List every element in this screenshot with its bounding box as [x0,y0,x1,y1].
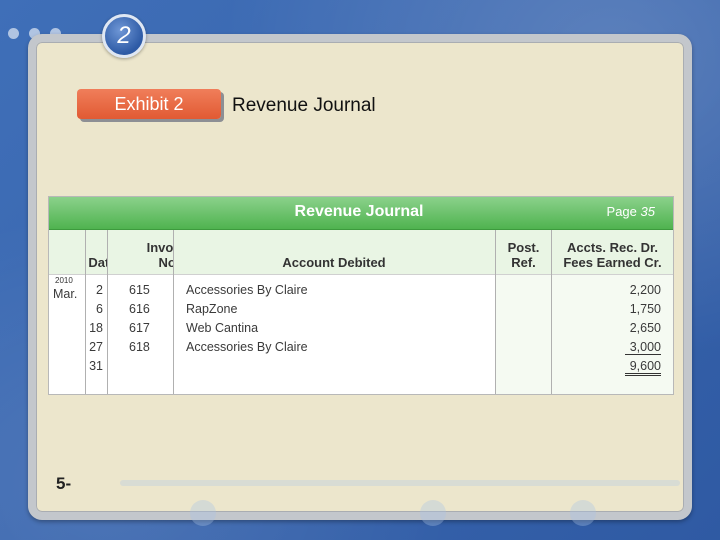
row-invoice: 616 [129,302,150,316]
column-divider [551,230,552,394]
column-header-amount: Accts. Rec. Dr. Fees Earned Cr. [552,230,673,274]
bubble-icon [570,500,596,526]
row-invoice: 618 [129,340,150,354]
row-amount: 1,750 [629,302,661,316]
row-day: 18 [89,321,103,335]
row-account: Accessories By Claire [186,283,308,297]
bubble-icon [420,500,446,526]
slide-number-badge: 2 [102,14,146,58]
journal-page: Page 35 [607,204,655,219]
journal-header: Revenue Journal Page 35 [49,197,673,230]
dot-icon [8,28,19,39]
row-amount: 2,650 [629,321,661,335]
column-header-account: Account Debited [173,230,495,274]
column-divider [173,230,174,394]
row-day: 31 [89,359,103,373]
page-label: Page [606,204,637,219]
row-day: 6 [96,302,103,316]
total-amount: 9,600 [625,359,661,376]
row-account: Web Cantina [186,321,259,335]
row-amount: 2,200 [629,283,661,297]
column-header-post-ref-label: Post. Ref. [507,240,540,270]
exhibit-label: Exhibit 2 [77,89,221,119]
post-ref-column [496,275,551,394]
journal-title: Revenue Journal [294,203,424,220]
revenue-journal: Revenue Journal Page 35 Date Invoice No.… [48,196,674,395]
journal-year: 2010 [55,276,73,285]
header-divider [49,274,673,275]
column-divider [495,230,496,394]
row-day: 27 [89,340,103,354]
page-number: 35 [640,204,655,219]
column-header-post-ref: Post. Ref. [496,230,551,274]
exhibit-title: Revenue Journal [232,95,376,116]
row-invoice: 615 [129,283,150,297]
row-invoice: 617 [129,321,150,335]
journal-month: Mar. [53,287,78,301]
column-header-account-label: Account Debited [282,255,386,270]
column-header-amount-label: Accts. Rec. Dr. Fees Earned Cr. [563,240,662,270]
row-account: RapZone [186,302,238,316]
slide-footer-label: 5- [56,474,72,493]
bubble-icon [190,500,216,526]
row-account: Accessories By Claire [186,340,308,354]
row-amount: 3,000 [625,340,661,355]
row-day: 2 [96,283,103,297]
decorative-bar [120,480,680,486]
column-divider [107,230,108,394]
